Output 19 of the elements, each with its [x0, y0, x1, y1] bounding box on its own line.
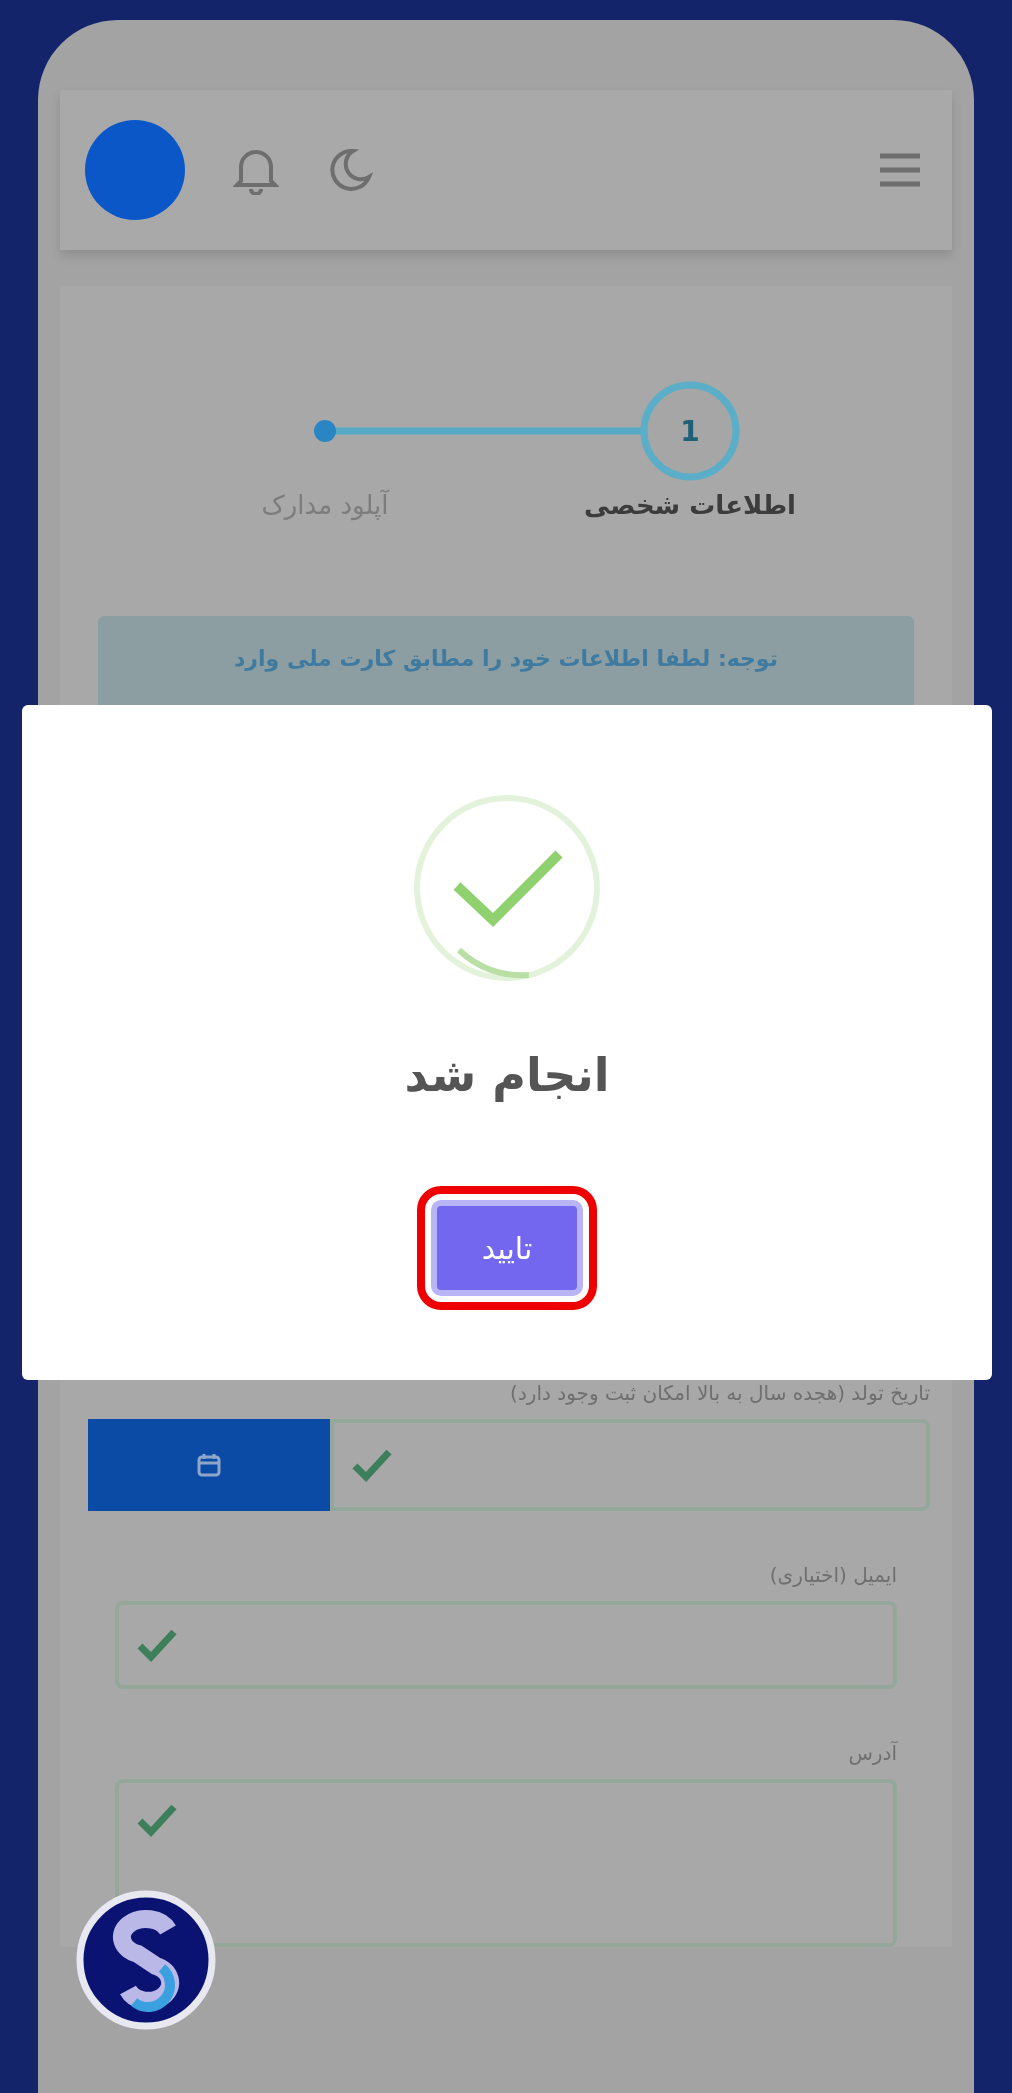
check-icon	[137, 1803, 177, 1837]
address-field[interactable]	[115, 1779, 897, 1947]
moon-icon[interactable]	[327, 147, 373, 193]
field-label: ایمیل (اختیاری)	[769, 1563, 897, 1587]
chat-logo-icon[interactable]	[76, 1890, 216, 2030]
step-indicator[interactable]	[314, 420, 336, 442]
step-indicator[interactable]: 1	[640, 381, 740, 481]
check-icon	[352, 1448, 392, 1482]
date-field[interactable]	[330, 1419, 930, 1511]
notice-text: توجه: لطفا اطلاعات خود را مطابق کارت ملی وارد	[234, 646, 778, 674]
menu-icon[interactable]	[878, 152, 922, 188]
field-label: آدرس	[848, 1741, 897, 1765]
check-icon	[137, 1628, 177, 1662]
dialog-title: انجام شد	[404, 1048, 610, 1102]
email-field[interactable]	[115, 1601, 897, 1689]
field-label: تاریخ تولد (هجده سال به بالا امکان ثبت وجود دارد)	[510, 1381, 930, 1405]
calendar-icon	[196, 1452, 222, 1478]
confirm-button[interactable]: تایید	[431, 1200, 583, 1296]
step-label: اطلاعات شخصی	[582, 490, 798, 522]
